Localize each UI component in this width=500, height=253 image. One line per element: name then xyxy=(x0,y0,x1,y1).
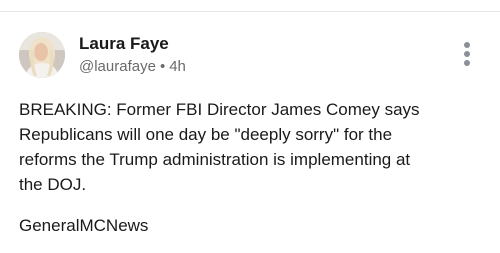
author-handle[interactable]: @laurafaye xyxy=(79,58,156,75)
more-dot-icon xyxy=(464,51,470,57)
post-text-line: Republicans will one day be "deeply sorr… xyxy=(19,125,393,144)
author-name[interactable]: Laura Faye xyxy=(79,34,169,54)
post-text-line: BREAKING: Former FBI Director James Come… xyxy=(19,100,420,119)
more-options-button[interactable] xyxy=(458,41,476,67)
more-dot-icon xyxy=(464,42,470,48)
post-text-line: the DOJ. xyxy=(19,175,87,194)
post-card[interactable]: Laura Faye @laurafaye • 4h BREAKING: Forme… xyxy=(0,12,500,253)
avatar-photo xyxy=(19,32,65,78)
post-text: BREAKING: Former FBI Director James Come… xyxy=(19,97,489,197)
avatar[interactable] xyxy=(19,32,65,78)
post-text-line: reforms the Trump administration is impl… xyxy=(19,150,411,169)
post-meta: @laurafaye • 4h xyxy=(79,58,186,75)
meta-separator: • xyxy=(159,58,166,75)
post-signature: GeneralMCNews xyxy=(19,216,149,235)
more-dot-icon xyxy=(464,60,470,66)
post-timestamp[interactable]: 4h xyxy=(169,58,186,75)
